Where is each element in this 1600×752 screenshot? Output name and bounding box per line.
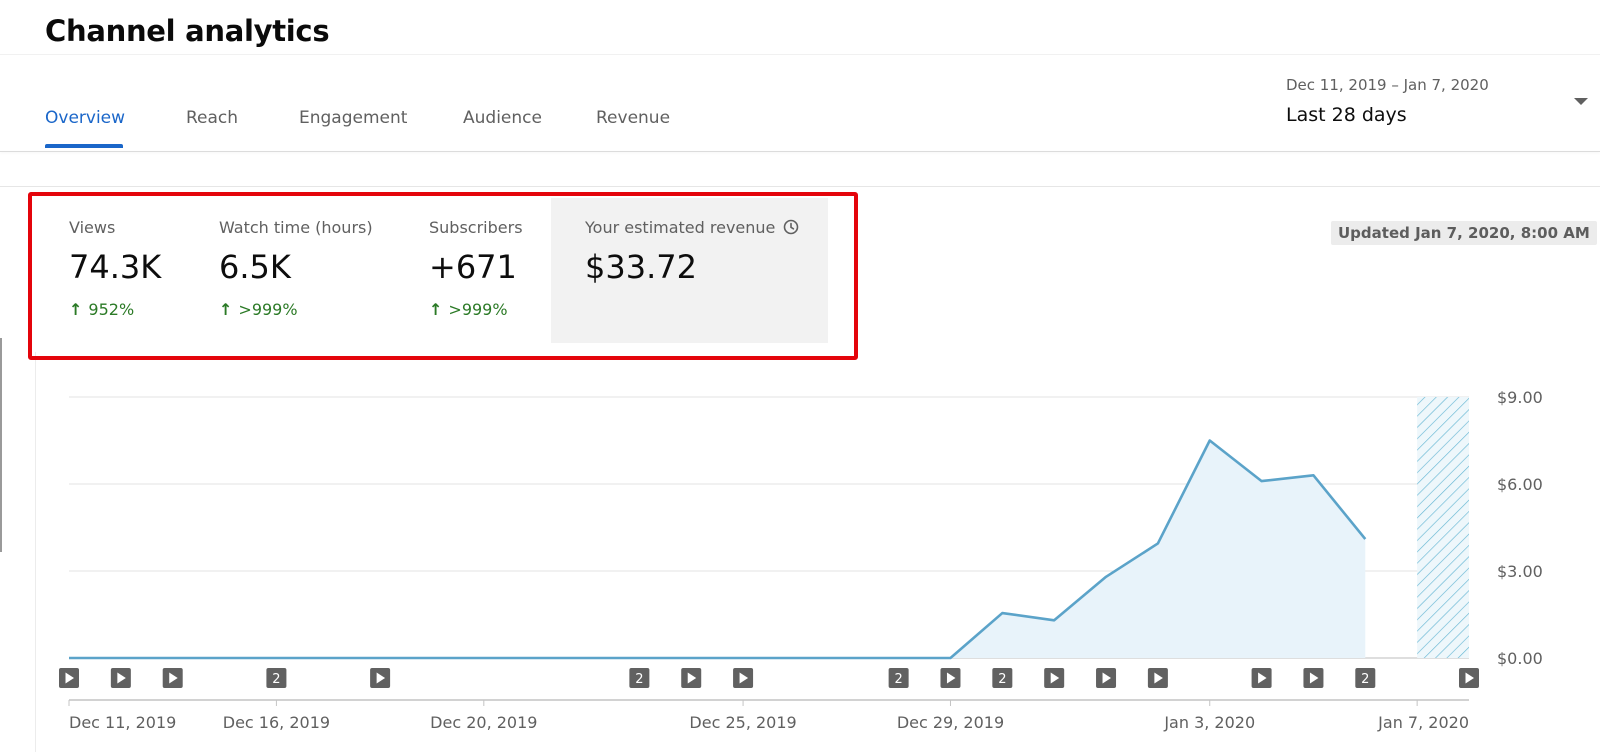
video-marker[interactable] bbox=[733, 668, 754, 688]
x-tick-label: Jan 3, 2020 bbox=[1163, 713, 1255, 732]
video-count-marker[interactable]: 2 bbox=[992, 668, 1013, 688]
x-tick-label: Dec 16, 2019 bbox=[223, 713, 330, 732]
video-marker[interactable] bbox=[1096, 668, 1117, 688]
video-marker[interactable] bbox=[59, 668, 79, 688]
marker-count: 2 bbox=[635, 672, 643, 687]
video-count-marker[interactable]: 2 bbox=[629, 668, 650, 688]
video-count-marker[interactable]: 2 bbox=[266, 668, 287, 688]
video-count-marker[interactable]: 2 bbox=[1355, 668, 1376, 688]
video-marker[interactable] bbox=[1459, 668, 1479, 688]
y-tick-label: $9.00 bbox=[1497, 388, 1543, 407]
y-tick-label: $3.00 bbox=[1497, 562, 1543, 581]
x-tick-label: Dec 29, 2019 bbox=[897, 713, 1004, 732]
video-marker[interactable] bbox=[681, 668, 702, 688]
marker-count: 2 bbox=[998, 672, 1006, 687]
video-marker[interactable] bbox=[1147, 668, 1168, 688]
video-marker[interactable] bbox=[110, 668, 131, 688]
partial-data-region bbox=[1417, 397, 1469, 658]
video-marker[interactable] bbox=[370, 668, 391, 688]
marker-count: 2 bbox=[272, 672, 280, 687]
video-marker[interactable] bbox=[1044, 668, 1065, 688]
video-marker[interactable] bbox=[162, 668, 183, 688]
video-marker[interactable] bbox=[1303, 668, 1324, 688]
y-tick-label: $6.00 bbox=[1497, 475, 1543, 494]
revenue-chart: $0.00 $3.00 $6.00 $9.00 2 2 2 2 2 Dec 11, 2019 D… bbox=[59, 388, 1543, 732]
marker-count: 2 bbox=[894, 672, 902, 687]
x-tick-label: Dec 11, 2019 bbox=[69, 713, 176, 732]
video-marker[interactable] bbox=[940, 668, 961, 688]
video-count-marker[interactable]: 2 bbox=[888, 668, 909, 688]
marker-count: 2 bbox=[1361, 672, 1369, 687]
x-tick-label: Dec 25, 2019 bbox=[689, 713, 796, 732]
x-tick-label: Jan 7, 2020 bbox=[1377, 713, 1469, 732]
series-area bbox=[69, 440, 1366, 658]
video-marker[interactable] bbox=[1251, 668, 1272, 688]
y-tick-label: $0.00 bbox=[1497, 649, 1543, 668]
x-tick-label: Dec 20, 2019 bbox=[430, 713, 537, 732]
